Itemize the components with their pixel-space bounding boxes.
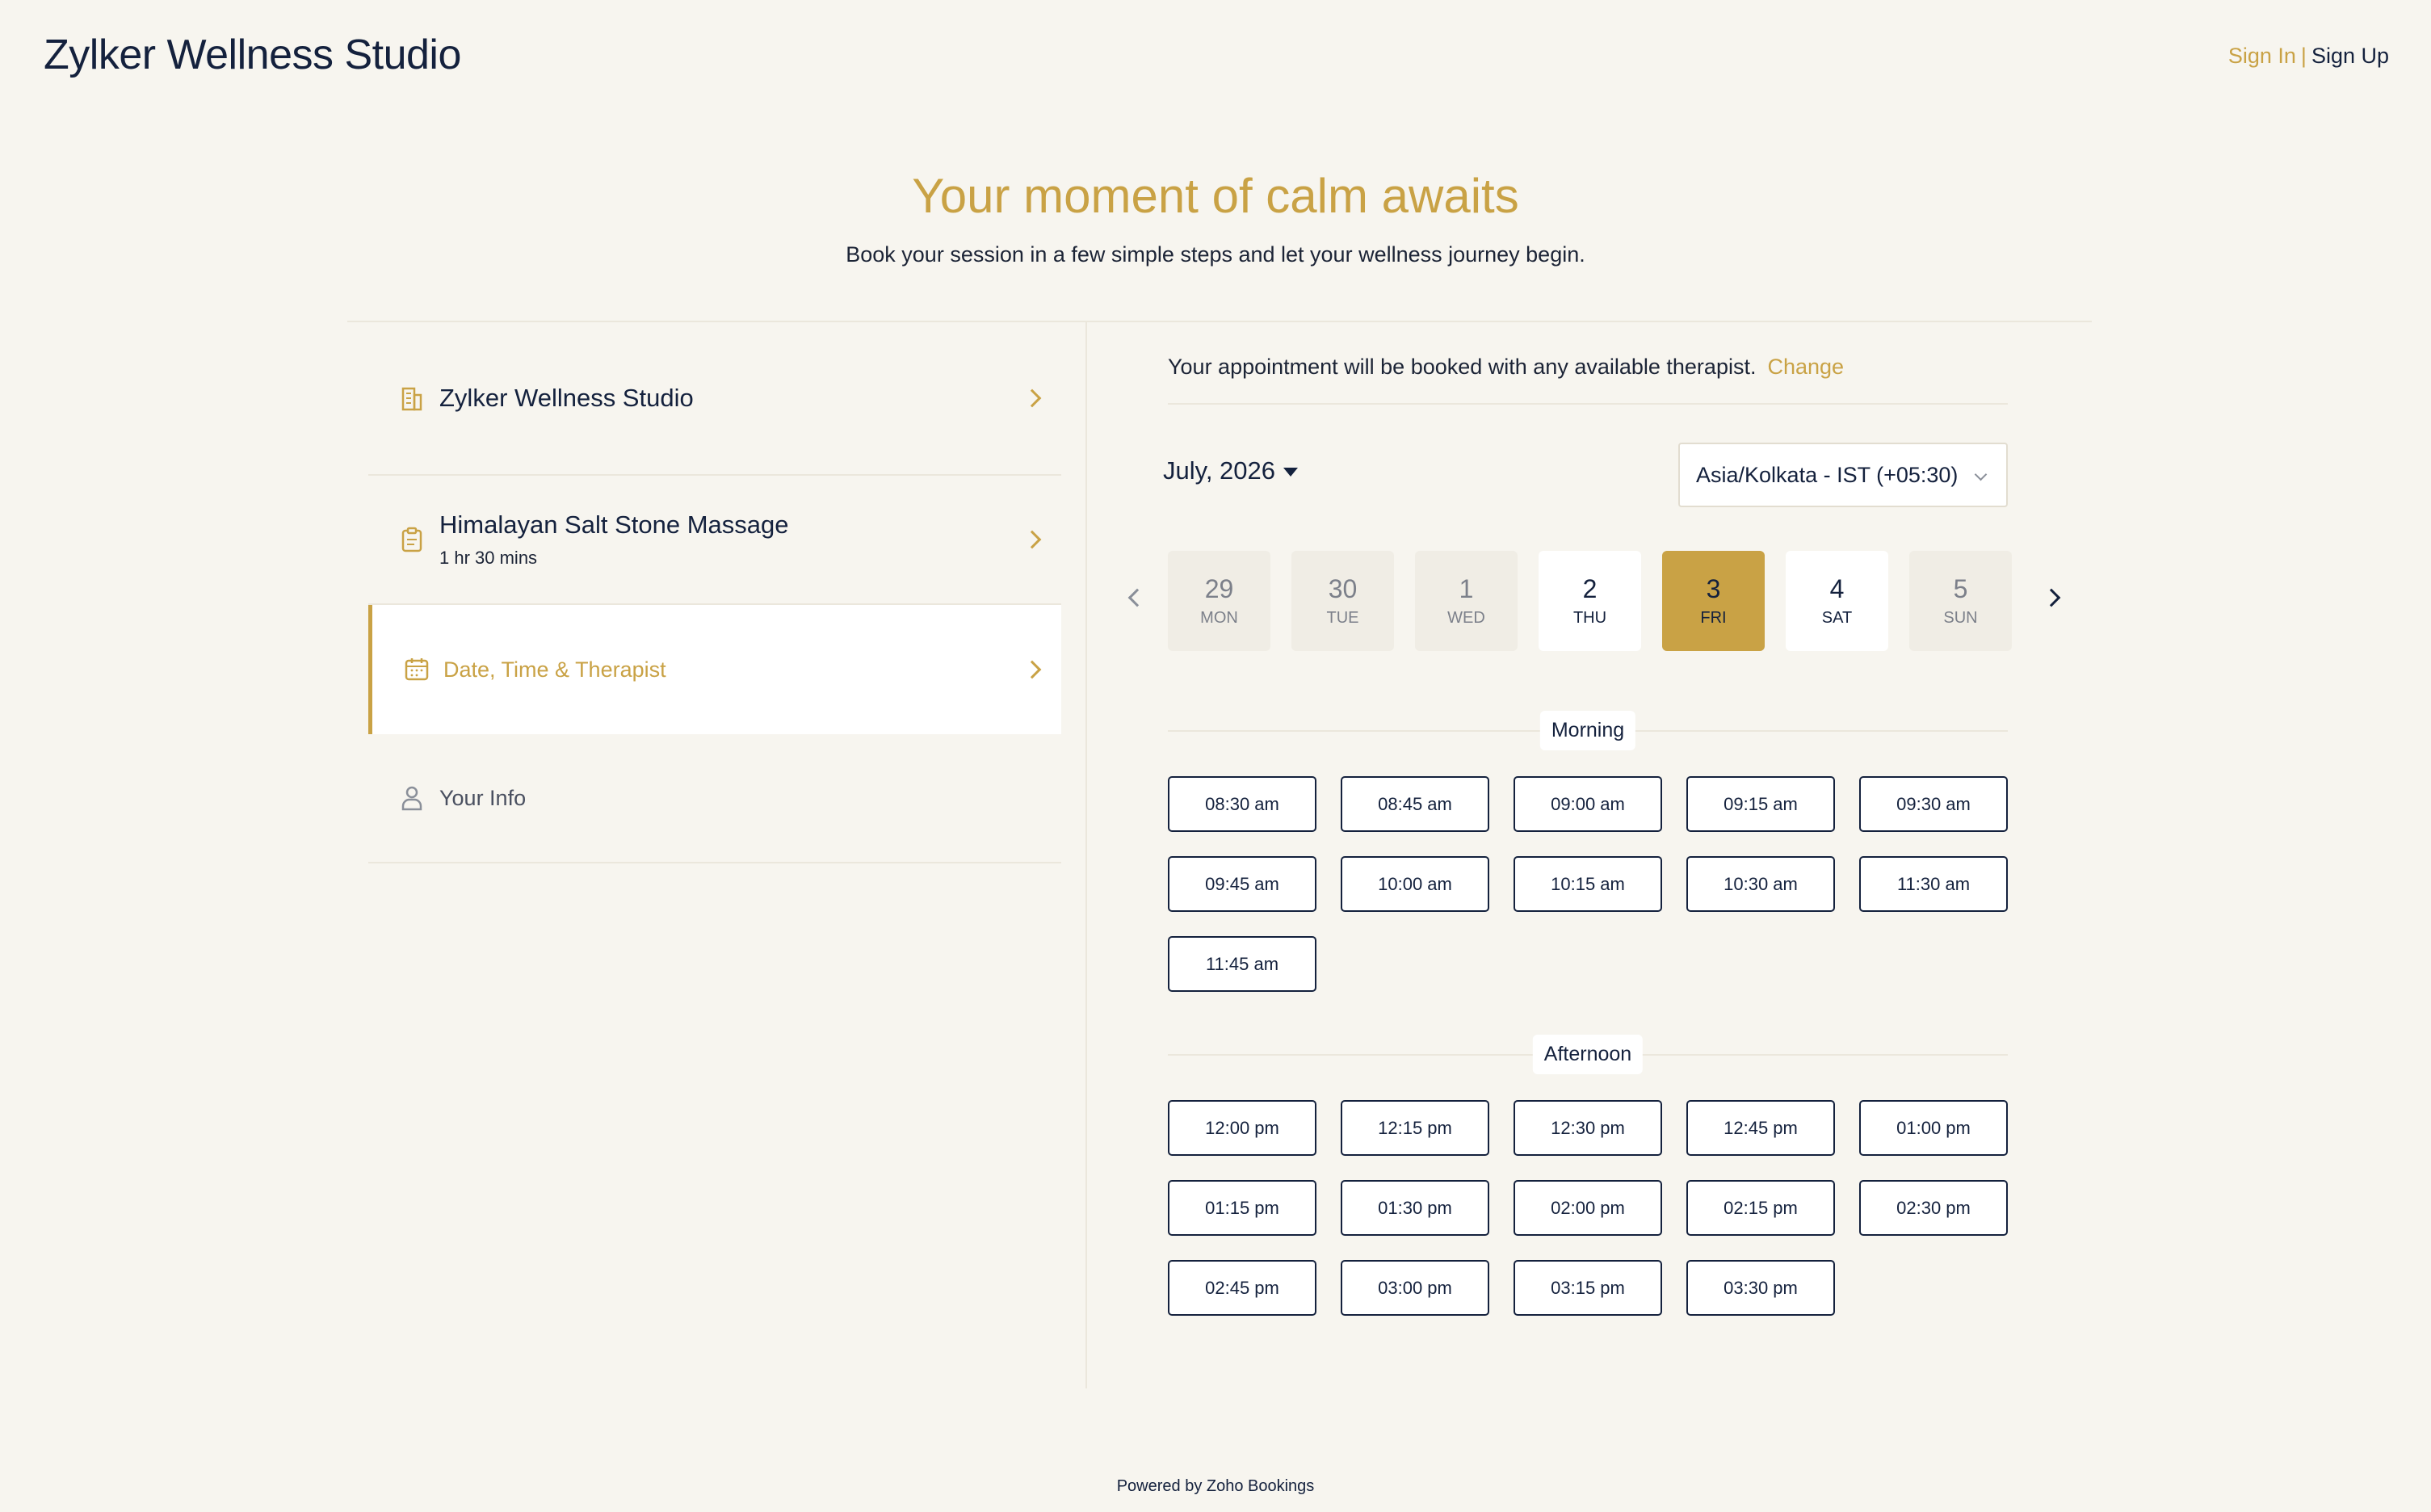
brand-title: Zylker Wellness Studio	[44, 32, 461, 78]
day-cell[interactable]: 2 THU	[1539, 551, 1641, 651]
day-number: 5	[1953, 574, 1968, 603]
step-label: Zylker Wellness Studio	[439, 384, 694, 412]
afternoon-header: Afternoon	[1168, 1035, 2008, 1074]
time-slot-button[interactable]: 02:30 pm	[1859, 1180, 2008, 1236]
day-cell[interactable]: 1 WED	[1415, 551, 1518, 651]
chevron-right-icon	[1022, 530, 1042, 549]
day-of-week: FRI	[1700, 609, 1727, 627]
chevron-right-icon[interactable]	[2042, 588, 2061, 607]
step-label: Himalayan Salt Stone Massage	[439, 510, 789, 539]
notice-text: Your appointment will be booked with any…	[1168, 355, 1757, 379]
morning-slots: 08:30 am 08:45 am 09:00 am 09:15 am 09:30 am…	[1168, 776, 2008, 992]
day-of-week: SAT	[1821, 609, 1853, 627]
booking-steps: Zylker Wellness Studio Himalayan Salt St…	[368, 322, 1061, 863]
morning-label: Morning	[1539, 711, 1636, 750]
time-slot-button[interactable]: 09:15 am	[1686, 776, 1835, 832]
time-slot-button[interactable]: 10:15 am	[1514, 856, 1662, 912]
time-slot-button[interactable]: 01:15 pm	[1168, 1180, 1316, 1236]
day-number: 2	[1582, 574, 1598, 603]
day-number: 29	[1204, 574, 1234, 603]
time-slot-button[interactable]: 09:30 am	[1859, 776, 2008, 832]
time-slot-button[interactable]: 09:00 am	[1514, 776, 1662, 832]
time-slot-button[interactable]: 10:00 am	[1341, 856, 1489, 912]
step-label: Your Info	[439, 785, 527, 810]
time-slot-button[interactable]: 09:45 am	[1168, 856, 1316, 912]
day-of-week: TUE	[1326, 609, 1359, 627]
day-cell-selected[interactable]: 3 FRI	[1662, 551, 1765, 651]
clipboard-icon	[401, 527, 423, 552]
therapist-notice: Your appointment will be booked with any…	[1168, 355, 1844, 380]
time-slot-button[interactable]: 11:30 am	[1859, 856, 2008, 912]
time-slot-button[interactable]: 12:30 pm	[1514, 1100, 1662, 1156]
morning-header: Morning	[1168, 711, 2008, 750]
time-slot-button[interactable]: 11:45 am	[1168, 936, 1316, 992]
step-duration: 1 hr 30 mins	[439, 548, 538, 568]
change-therapist-link[interactable]: Change	[1767, 355, 1844, 379]
step-your-info[interactable]: Your Info	[368, 734, 1061, 863]
column-divider	[1085, 322, 1087, 1388]
time-slot-button[interactable]: 02:45 pm	[1168, 1260, 1316, 1316]
afternoon-label: Afternoon	[1532, 1035, 1644, 1074]
chevron-right-icon	[1022, 660, 1042, 679]
time-slot-button[interactable]: 12:00 pm	[1168, 1100, 1316, 1156]
step-studio[interactable]: Zylker Wellness Studio	[368, 322, 1061, 476]
time-slot-button[interactable]: 02:00 pm	[1514, 1180, 1662, 1236]
sign-up-link[interactable]: Sign Up	[2311, 44, 2389, 68]
timezone-select[interactable]: Asia/Kolkata - IST (+05:30)	[1678, 443, 2008, 507]
time-slot-button[interactable]: 03:30 pm	[1686, 1260, 1835, 1316]
day-number: 4	[1829, 574, 1845, 603]
day-of-week: WED	[1447, 609, 1485, 627]
afternoon-slots: 12:00 pm 12:15 pm 12:30 pm 12:45 pm 01:00 pm…	[1168, 1100, 2008, 1316]
time-slot-button[interactable]: 02:15 pm	[1686, 1180, 1835, 1236]
day-of-week: SUN	[1943, 609, 1978, 627]
day-cell[interactable]: 30 TUE	[1291, 551, 1394, 651]
time-slot-button[interactable]: 01:00 pm	[1859, 1100, 2008, 1156]
hero-subtitle: Book your session in a few simple steps …	[846, 242, 1585, 267]
step-date-time[interactable]: Date, Time & Therapist	[368, 605, 1061, 734]
hero-title: Your moment of calm awaits	[912, 169, 1519, 223]
time-slot-button[interactable]: 08:45 am	[1341, 776, 1489, 832]
calendar-icon	[405, 657, 429, 682]
day-number: 3	[1706, 574, 1721, 603]
day-cell[interactable]: 4 SAT	[1786, 551, 1888, 651]
time-slot-button[interactable]: 12:45 pm	[1686, 1100, 1835, 1156]
chevron-down-icon	[1974, 468, 1988, 481]
time-slot-button[interactable]: 03:15 pm	[1514, 1260, 1662, 1316]
day-strip: 29 MON 30 TUE 1 WED 2 THU 3 FRI 4 SAT 5 SUN	[1168, 551, 2012, 651]
step-label: Date, Time & Therapist	[443, 657, 666, 682]
day-cell[interactable]: 5 SUN	[1909, 551, 2012, 651]
timezone-value: Asia/Kolkata - IST (+05:30)	[1696, 462, 1959, 487]
time-slot-button[interactable]: 12:15 pm	[1341, 1100, 1489, 1156]
building-icon	[401, 385, 423, 411]
day-of-week: THU	[1572, 609, 1607, 627]
day-of-week: MON	[1200, 609, 1238, 627]
time-slot-button[interactable]: 10:30 am	[1686, 856, 1835, 912]
chevron-right-icon	[1022, 388, 1042, 408]
day-number: 1	[1459, 574, 1474, 603]
step-service[interactable]: Himalayan Salt Stone Massage 1 hr 30 min…	[368, 476, 1061, 605]
sign-in-link[interactable]: Sign In	[2228, 44, 2296, 68]
day-number: 30	[1328, 574, 1358, 603]
caret-down-icon	[1283, 468, 1299, 477]
user-icon	[401, 785, 423, 811]
notice-divider	[1168, 403, 2008, 405]
month-selector[interactable]: July, 2026	[1163, 456, 1299, 485]
chevron-left-icon[interactable]	[1127, 588, 1147, 607]
time-slot-button[interactable]: 08:30 am	[1168, 776, 1316, 832]
powered-by-footer: Powered by Zoho Bookings	[1116, 1477, 1315, 1495]
time-slot-button[interactable]: 03:00 pm	[1341, 1260, 1489, 1316]
auth-links: Sign In | Sign Up	[2228, 44, 2389, 69]
month-label: July, 2026	[1163, 456, 1276, 485]
day-cell[interactable]: 29 MON	[1168, 551, 1270, 651]
time-slot-button[interactable]: 01:30 pm	[1341, 1180, 1489, 1236]
auth-separator: |	[2300, 44, 2307, 68]
